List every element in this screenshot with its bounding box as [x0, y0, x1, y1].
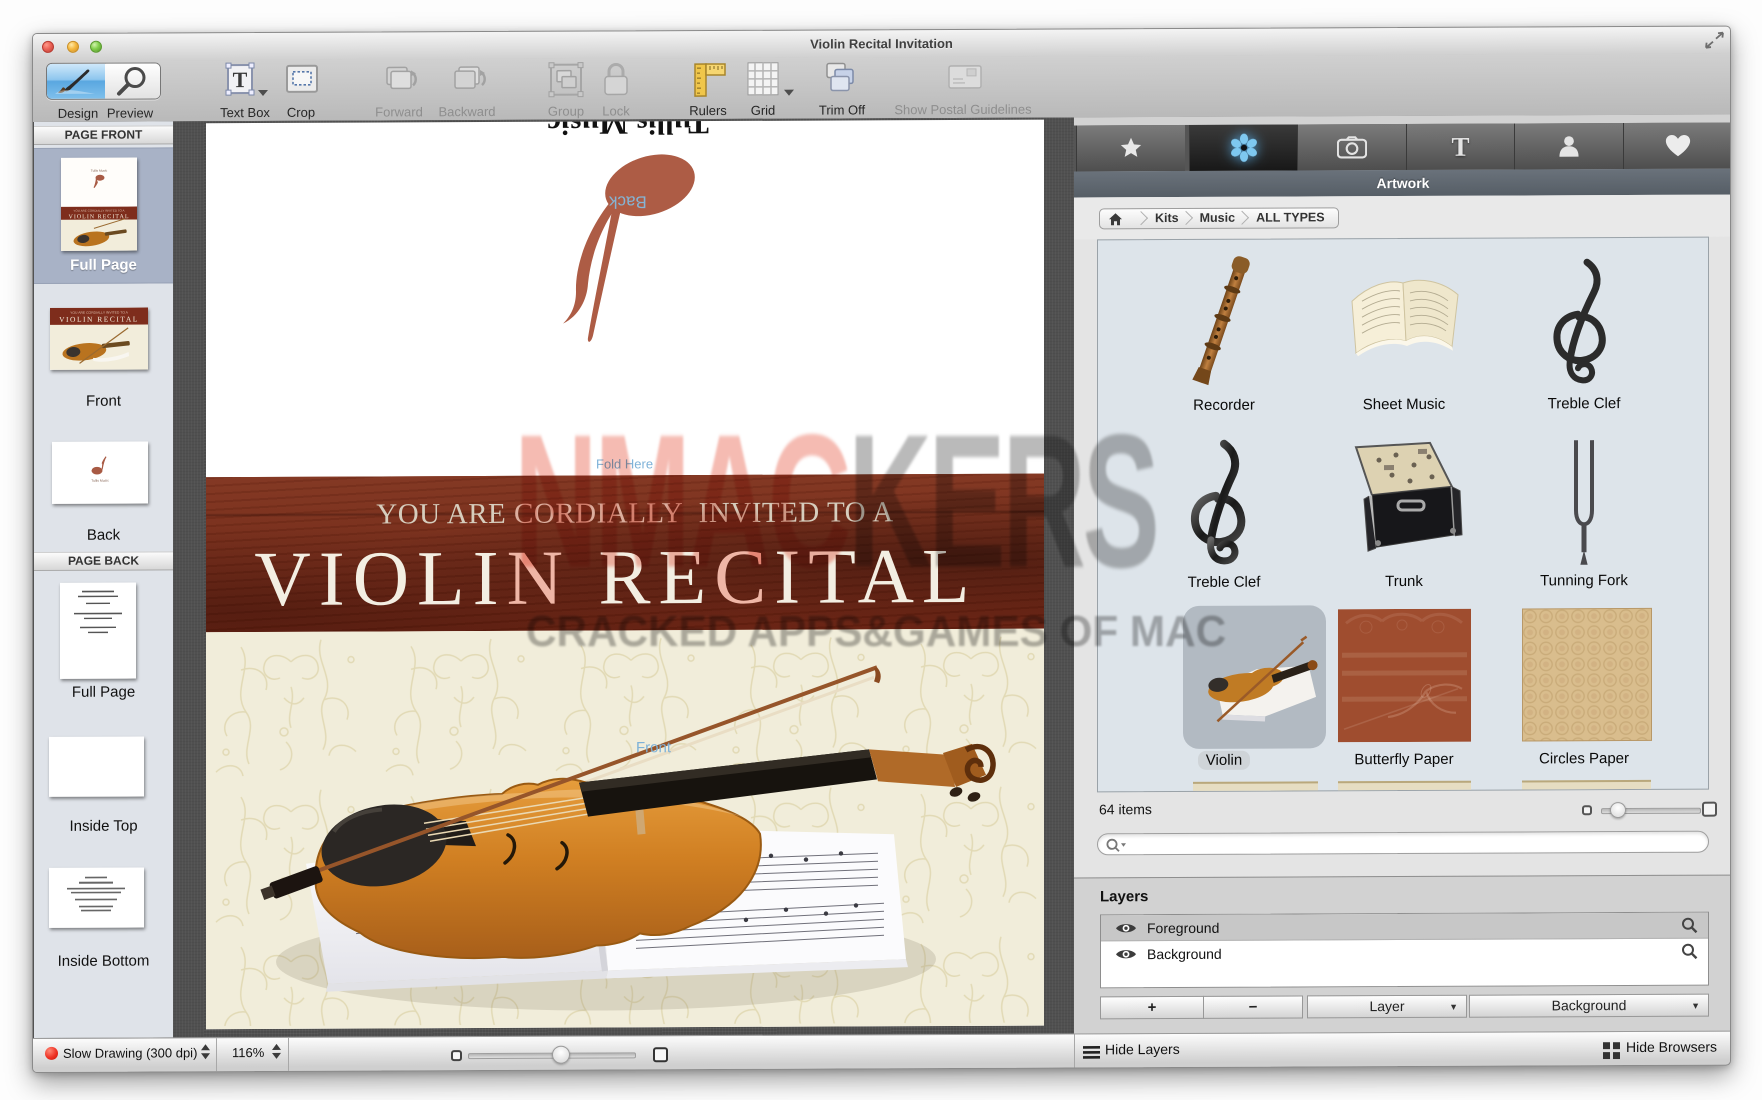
svg-text:YOU ARE CORDIALLY INVITED TO A: YOU ARE CORDIALLY INVITED TO A: [73, 209, 124, 213]
svg-text:Tullis Music: Tullis Music: [91, 479, 109, 483]
svg-text:VIOLIN RECITAL: VIOLIN RECITAL: [59, 315, 139, 324]
svg-text:Tullis Music: Tullis Music: [91, 169, 108, 173]
svg-text:VIOLIN RECITAL: VIOLIN RECITAL: [68, 214, 129, 220]
svg-text:T: T: [233, 67, 248, 92]
